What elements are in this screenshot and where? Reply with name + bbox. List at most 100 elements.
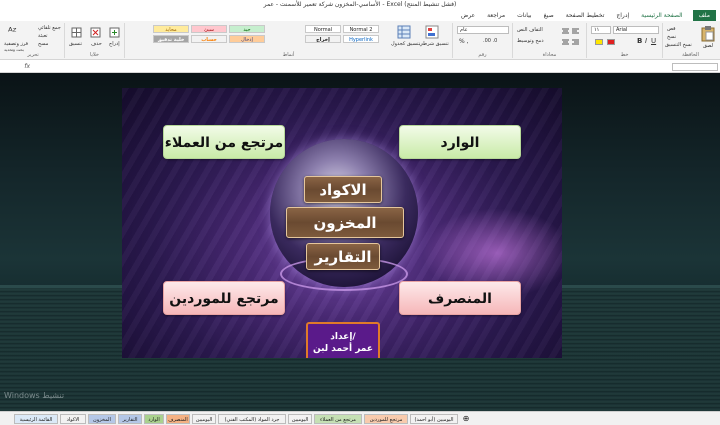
paste-label[interactable]: لصق xyxy=(703,43,713,49)
sheet-tab-7[interactable]: اليوميين xyxy=(192,414,216,424)
decimal-icon[interactable]: .00 .0 xyxy=(483,38,497,44)
style-bad[interactable]: سيئ xyxy=(191,25,227,33)
font-group-label: خط xyxy=(620,52,629,58)
outgoing-button[interactable]: المنصرف xyxy=(399,281,521,315)
align-center-icon[interactable] xyxy=(561,38,570,47)
sheet-tab-label: المنصرف xyxy=(168,417,188,423)
style-good[interactable]: جيد xyxy=(229,25,265,33)
fx-icon[interactable]: fx xyxy=(24,63,30,70)
conditional-format-icon[interactable] xyxy=(425,25,439,39)
customer-returns-button[interactable]: مرتجع من العملاء xyxy=(163,125,285,159)
format-cells-label[interactable]: تنسيق xyxy=(69,41,82,47)
window-title: الأساسي-المخزون شركة تعمير للأسمنت - عمر… xyxy=(0,0,720,10)
sheet-tab-8[interactable]: جرد المواد (المكتب الفني) xyxy=(218,414,286,424)
sheet-tab-9[interactable]: اليوميين xyxy=(288,414,312,424)
delete-cells-label[interactable]: حذف xyxy=(91,41,102,47)
ribbon: لصق قص نسخ نسخ التنسيق الحافظة Arial ١١ … xyxy=(0,21,720,60)
paste-icon[interactable] xyxy=(701,26,715,42)
underline-icon[interactable]: U xyxy=(651,37,656,45)
sheet-tab-3[interactable]: المخزون xyxy=(88,414,116,424)
font-name-select[interactable]: Arial xyxy=(613,26,659,34)
clear-button[interactable]: مسح xyxy=(38,41,48,47)
sort-icon[interactable]: ᴬᶻ xyxy=(8,25,17,38)
tab-view[interactable]: عرض xyxy=(455,10,481,21)
fill-button[interactable]: تعبئة xyxy=(38,33,48,39)
sheet-tab-label: اليوميين xyxy=(291,417,309,423)
name-box[interactable] xyxy=(672,63,718,71)
sheet-tab-1[interactable]: القائمة الرئيسية xyxy=(14,414,58,424)
incoming-button[interactable]: الوارد xyxy=(399,125,521,159)
clipboard-group: لصق قص نسخ نسخ التنسيق الحافظة xyxy=(662,23,718,58)
highlight-icon[interactable] xyxy=(595,39,603,45)
bold-icon[interactable]: B xyxy=(637,37,642,45)
activation-watermark: Windows تنشيط xyxy=(4,391,65,400)
italic-icon[interactable]: I xyxy=(645,37,647,45)
sheet-tab-label: اليوميين xyxy=(195,417,213,423)
add-sheet-icon[interactable]: ⊕ xyxy=(460,414,472,424)
format-cells-icon[interactable] xyxy=(71,27,82,38)
tab-formulas[interactable]: صيغ xyxy=(538,10,560,21)
merge-center-button[interactable]: دمج وتوسيط xyxy=(517,38,544,44)
sheet-tab-2[interactable]: الاكواد xyxy=(60,414,86,424)
styles-group-label: أنماط xyxy=(282,52,295,58)
tab-insert[interactable]: إدراج xyxy=(610,10,635,21)
sheet-tab-11[interactable]: مرتجع للموردين xyxy=(364,414,408,424)
insert-cells-label[interactable]: إدراج xyxy=(109,41,120,47)
insert-cells-icon[interactable] xyxy=(109,27,120,38)
sheet-tab-4[interactable]: التقارير xyxy=(118,414,142,424)
formula-bar[interactable]: fx xyxy=(0,61,720,73)
sheet-tab-label: اليوميين (أبو احمد) xyxy=(414,417,454,423)
autosum-button[interactable]: جمع تلقائي xyxy=(38,25,61,31)
reports-button[interactable]: التقارير xyxy=(306,243,380,270)
ribbon-tabs: ملف الصفحة الرئيسية إدراج تخطيط الصفحة ص… xyxy=(0,10,720,22)
sheet-tab-label: الاكواد xyxy=(66,417,80,423)
style-check-cell[interactable]: خلية تدقيق xyxy=(153,35,189,43)
style-hyperlink[interactable]: Hyperlink xyxy=(343,35,379,43)
sheet-tab-10[interactable]: مرتجع من العملاء xyxy=(314,414,362,424)
number-group-label: رقم xyxy=(478,52,487,58)
align-middle-icon[interactable] xyxy=(561,27,570,36)
sheet-tab-label: الوارد xyxy=(148,417,160,423)
format-painter-button[interactable]: نسخ التنسيق xyxy=(665,42,692,48)
style-normal[interactable]: Normal xyxy=(305,25,341,33)
format-as-table-label[interactable]: تنسيق كجدول xyxy=(391,41,420,47)
style-output[interactable]: إخراج xyxy=(305,35,341,43)
copy-button[interactable]: نسخ xyxy=(667,34,676,40)
font-size-select[interactable]: ١١ xyxy=(591,26,611,34)
credit-box: إعداد/ عمر أحمد لبن xyxy=(306,322,380,358)
font-group: Arial ١١ B I U خط xyxy=(586,23,662,58)
sheet-tab-label: المخزون xyxy=(93,417,111,423)
tab-data[interactable]: بيانات xyxy=(511,10,537,21)
conditional-format-label[interactable]: تنسيق شرطي xyxy=(419,41,449,47)
tab-file[interactable]: ملف xyxy=(692,10,716,21)
percent-icon[interactable]: % , xyxy=(459,38,469,45)
align-top-icon[interactable] xyxy=(571,27,580,36)
style-calculation[interactable]: حساب xyxy=(191,35,227,43)
format-as-table-icon[interactable] xyxy=(397,25,411,39)
sheet-canvas: Windows تنشيط الوارد مرتجع من العملاء ال… xyxy=(0,73,720,411)
editing-group: جمع تلقائي تعبئة مسح ᴬᶻ فرز وتصفية بحث و… xyxy=(2,23,64,58)
tab-home[interactable]: الصفحة الرئيسية xyxy=(635,10,689,22)
number-format-select[interactable]: عام xyxy=(457,26,509,34)
inventory-button[interactable]: المخزون xyxy=(286,207,404,238)
style-input[interactable]: إدخال xyxy=(229,35,265,43)
alignment-group-label: محاذاة xyxy=(542,52,557,58)
cut-button[interactable]: قص xyxy=(667,26,676,32)
delete-cells-icon[interactable] xyxy=(90,27,101,38)
sheet-tab-label: التقارير xyxy=(122,417,138,423)
style-normal-2[interactable]: Normal 2 xyxy=(343,25,379,33)
font-color-icon[interactable] xyxy=(607,39,615,45)
tab-page-layout[interactable]: تخطيط الصفحة xyxy=(560,10,611,21)
credit-line-1: إعداد/ xyxy=(330,332,356,342)
sheet-tab-6[interactable]: المنصرف xyxy=(166,414,190,424)
sheet-tab-12[interactable]: اليوميين (أبو احمد) xyxy=(410,414,458,424)
wrap-text-button[interactable]: التفاف النص xyxy=(517,27,543,33)
align-right-icon[interactable] xyxy=(571,38,580,47)
style-neutral[interactable]: محايد xyxy=(153,25,189,33)
codes-button[interactable]: الاكواد xyxy=(304,176,382,203)
sheet-tab-label: مرتجع من العملاء xyxy=(320,417,356,423)
editing-group-label: تحرير xyxy=(27,52,39,58)
sheet-tab-5[interactable]: الوارد xyxy=(144,414,164,424)
tab-review[interactable]: مراجعة xyxy=(481,10,511,21)
supplier-returns-button[interactable]: مرتجع للموردين xyxy=(163,281,285,315)
